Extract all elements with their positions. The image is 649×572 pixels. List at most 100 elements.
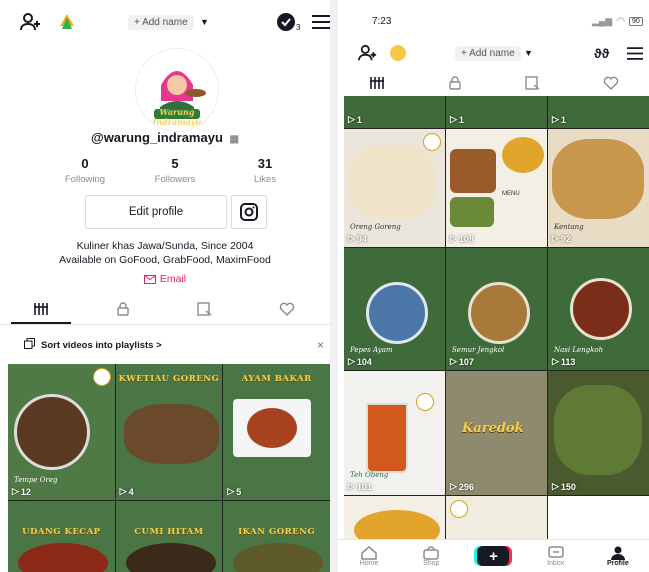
tab-private[interactable] (416, 76, 494, 90)
video-tile[interactable]: Kentang ▷ 92 (548, 129, 649, 247)
footprints-icon[interactable]: ϑϑ (594, 46, 609, 61)
nav-inbox[interactable]: Inbox (531, 545, 581, 567)
nav-profile[interactable]: Profile (593, 546, 643, 567)
logo-badge (450, 500, 468, 518)
video-tile[interactable]: Tempe Oreg ▷ 12 (8, 364, 115, 500)
email-label: Email (159, 273, 187, 285)
edit-profile-button[interactable]: Edit profile (85, 195, 227, 229)
video-tile[interactable]: Teh Obeng ▷ 101 (344, 371, 445, 495)
email-link[interactable]: Email (0, 273, 330, 285)
video-tile[interactable]: ▷ 1 (344, 96, 445, 128)
play-icon: ▷ (450, 114, 457, 124)
food-photo (14, 394, 90, 470)
heart-icon (603, 76, 618, 90)
playlist-bar[interactable]: Sort videos into playlists > × (0, 330, 330, 360)
view-count: ▷ 108 (450, 233, 474, 244)
view-count-value: 104 (356, 356, 372, 367)
video-tile[interactable] (446, 496, 547, 540)
video-grid: Tempe Oreg ▷ 12 KWETIAU GORENG ▷ 4 AYAM BA… (8, 364, 330, 572)
video-caption: Semur Jengkol (452, 346, 505, 354)
view-count-value: 296 (458, 481, 474, 492)
view-count: ▷ 107 (450, 356, 474, 367)
stat-followers[interactable]: 5 Followers (140, 156, 210, 185)
video-tile[interactable]: Karedok ▷ 296 (446, 371, 547, 495)
tab-videos[interactable] (338, 76, 416, 90)
video-grid: ▷ 1 ▷ 1 ▷ 1 Oreng Goreng ▷ 94 MENU ▷ 108 Kent… (344, 96, 649, 540)
video-tile[interactable]: UDANG KECAP (8, 501, 115, 572)
battery-level: 90 (631, 18, 640, 25)
video-tile[interactable]: ▷ 150 (548, 371, 649, 495)
view-count: ▷ 101 (348, 481, 372, 492)
repost-icon (525, 76, 540, 90)
nav-home[interactable]: Home (344, 545, 394, 567)
video-tile-empty (548, 496, 649, 540)
video-title: AYAM BAKAR (241, 374, 312, 384)
video-tile[interactable]: MENU ▷ 108 (446, 129, 547, 247)
qr-code-icon[interactable]: ▦ (230, 134, 239, 145)
video-caption: MENU (502, 191, 520, 197)
tab-liked[interactable] (572, 76, 649, 90)
drink-photo (366, 403, 408, 473)
food-photo (552, 139, 644, 219)
nav-shop[interactable]: Shop (406, 545, 456, 567)
stat-likes[interactable]: 31 Likes (230, 156, 300, 185)
bottom-nav: Home Shop + Inbox Profile (338, 539, 649, 572)
likes-count: 31 (257, 156, 273, 171)
playlist-icon (24, 338, 35, 352)
nav-inbox-label: Inbox (547, 559, 565, 567)
play-icon: ▷ (552, 114, 559, 124)
username: @warung_indramayu ▦ (0, 130, 330, 145)
avatar[interactable]: Warung Indramayu (135, 48, 219, 132)
add-friend-icon[interactable] (358, 44, 378, 62)
video-tile[interactable]: Oreng Goreng ▷ 94 (344, 129, 445, 247)
video-tile[interactable]: Pepes Ayam ▷ 104 (344, 248, 445, 370)
play-icon: ▷ (348, 356, 355, 366)
view-count-value: 4 (128, 486, 134, 497)
video-tile[interactable]: IKAN GORENG (223, 501, 330, 572)
menu-icon[interactable] (312, 15, 330, 29)
nav-create[interactable]: + (468, 546, 518, 566)
lock-icon (117, 302, 129, 316)
video-tile[interactable]: CUMI HITAM (115, 501, 223, 572)
view-count: ▷ 296 (450, 481, 474, 492)
view-count-value: 1 (458, 114, 464, 125)
view-count-value: 150 (560, 481, 576, 492)
video-tile[interactable] (344, 496, 445, 540)
video-caption: Tempe Oreg (14, 476, 58, 484)
video-tile[interactable]: Nasi Lengkoh ▷ 113 (548, 248, 649, 370)
tab-reposts[interactable] (494, 76, 572, 90)
tab-reposts[interactable] (164, 302, 246, 316)
grid-icon (370, 77, 384, 89)
tab-videos[interactable] (0, 302, 82, 316)
coin-icon[interactable] (390, 45, 406, 61)
add-name-button[interactable]: + Add name (455, 45, 521, 61)
food-photo (354, 510, 440, 540)
tab-liked[interactable] (246, 302, 328, 316)
stat-following[interactable]: 0 Following (50, 156, 120, 185)
add-friend-icon[interactable] (20, 12, 42, 32)
play-icon: ▷ (348, 481, 355, 491)
chevron-down-icon[interactable]: ▼ (524, 48, 533, 58)
profile-switch-icon[interactable]: 3 (276, 11, 300, 33)
food-photo (554, 385, 642, 475)
food-photo (502, 137, 544, 173)
close-icon[interactable]: × (317, 338, 324, 352)
video-tile[interactable]: Semur Jengkol ▷ 107 (446, 248, 547, 370)
video-tile[interactable]: ▷ 1 (548, 96, 649, 128)
instagram-button[interactable] (231, 195, 267, 229)
tab-private[interactable] (82, 302, 164, 316)
view-count: ▷ 1 (450, 114, 464, 125)
instagram-icon (240, 203, 258, 221)
tiktok-coins-icon[interactable] (57, 12, 77, 32)
view-count-value: 113 (560, 356, 576, 367)
video-tile[interactable]: ▷ 1 (446, 96, 547, 128)
nav-profile-label: Profile (606, 559, 629, 567)
logo-badge (416, 393, 434, 411)
video-tile[interactable]: KWETIAU GORENG ▷ 4 (115, 364, 223, 500)
video-caption: Nasi Lengkoh (554, 346, 604, 354)
video-tile[interactable]: AYAM BAKAR ▷ 5 (223, 364, 330, 500)
chevron-down-icon[interactable]: ▼ (200, 17, 209, 27)
menu-icon[interactable] (627, 46, 643, 60)
add-name-button[interactable]: + Add name (128, 14, 194, 30)
inbox-icon (547, 545, 564, 558)
